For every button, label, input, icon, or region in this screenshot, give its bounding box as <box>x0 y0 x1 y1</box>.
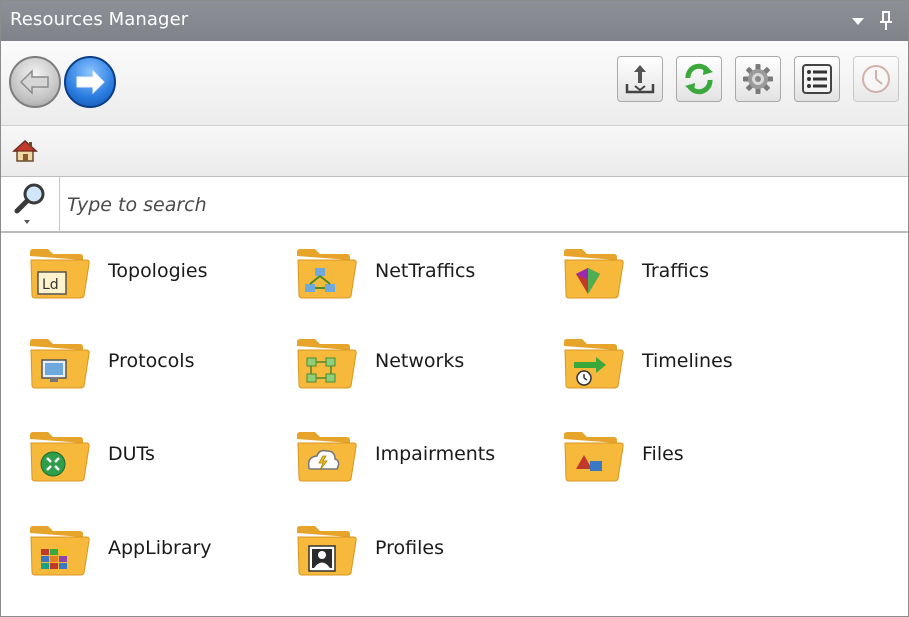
folder-label: Files <box>642 443 684 465</box>
folder-traffics[interactable]: Traffics <box>562 236 812 306</box>
folder-topologies[interactable]: Ld Topologies <box>28 236 278 306</box>
svg-text:Ld: Ld <box>42 277 59 293</box>
folder-label: Traffics <box>642 260 709 282</box>
search-input[interactable] <box>67 191 887 219</box>
chevron-down-icon <box>24 220 30 224</box>
folder-label: NetTraffics <box>375 260 476 282</box>
duts-folder-icon <box>30 432 90 482</box>
folder-label: DUTs <box>108 443 155 465</box>
arrow-right-icon <box>76 69 105 95</box>
folder-label: Networks <box>375 350 465 372</box>
resource-folder-grid: Ld Topologies NetTraffics Traffics Proto… <box>1 233 908 616</box>
search-icon <box>14 183 45 224</box>
folder-label: Timelines <box>642 350 733 372</box>
forward-button[interactable] <box>64 56 116 108</box>
title-bar: Resources Manager <box>1 1 908 41</box>
refresh-icon <box>685 63 713 95</box>
nettraffics-folder-icon <box>297 249 357 299</box>
list-view-button[interactable] <box>794 56 840 102</box>
networks-folder-icon <box>297 339 357 389</box>
applibrary-folder-icon <box>30 526 90 576</box>
folder-duts[interactable]: DUTs <box>28 419 278 489</box>
protocols-folder-icon <box>30 339 90 389</box>
folder-applibrary[interactable]: AppLibrary <box>28 513 278 583</box>
folder-nettraffics[interactable]: NetTraffics <box>295 236 545 306</box>
folder-label: Protocols <box>108 350 195 372</box>
list-icon <box>802 64 832 94</box>
export-button[interactable] <box>617 56 663 102</box>
folder-impairments[interactable]: Impairments <box>295 419 545 489</box>
settings-button[interactable] <box>735 56 781 102</box>
folder-timelines[interactable]: Timelines <box>562 326 812 396</box>
folder-profiles[interactable]: Profiles <box>295 513 545 583</box>
window-menu-dropdown-icon[interactable] <box>852 18 864 25</box>
search-options-button[interactable] <box>1 177 60 231</box>
folder-label: Impairments <box>375 443 496 465</box>
home-icon[interactable] <box>12 139 38 163</box>
topologies-folder-icon: Ld <box>30 249 90 299</box>
files-folder-icon <box>564 432 624 482</box>
gear-icon <box>743 64 773 94</box>
folder-protocols[interactable]: Protocols <box>28 326 278 396</box>
history-button[interactable] <box>853 56 899 102</box>
window-title: Resources Manager <box>10 9 189 30</box>
timelines-folder-icon <box>564 339 624 389</box>
traffics-folder-icon <box>564 249 624 299</box>
breadcrumb <box>1 126 908 177</box>
folder-label: Profiles <box>375 537 444 559</box>
folder-files[interactable]: Files <box>562 419 812 489</box>
arrow-left-icon <box>19 69 49 95</box>
impairments-folder-icon <box>297 432 357 482</box>
resources-manager-window: Resources Manager Type to search Ld Topo… <box>0 0 909 617</box>
search-bar <box>1 177 908 233</box>
refresh-button[interactable] <box>676 56 722 102</box>
clock-icon <box>862 65 890 93</box>
profiles-folder-icon <box>297 526 357 576</box>
folder-networks[interactable]: Networks <box>295 326 545 396</box>
folder-label: AppLibrary <box>108 537 212 559</box>
folder-label: Topologies <box>108 260 208 282</box>
pin-icon[interactable] <box>877 11 895 31</box>
toolbar <box>1 41 908 126</box>
export-icon <box>625 65 655 94</box>
back-button[interactable] <box>9 56 61 108</box>
